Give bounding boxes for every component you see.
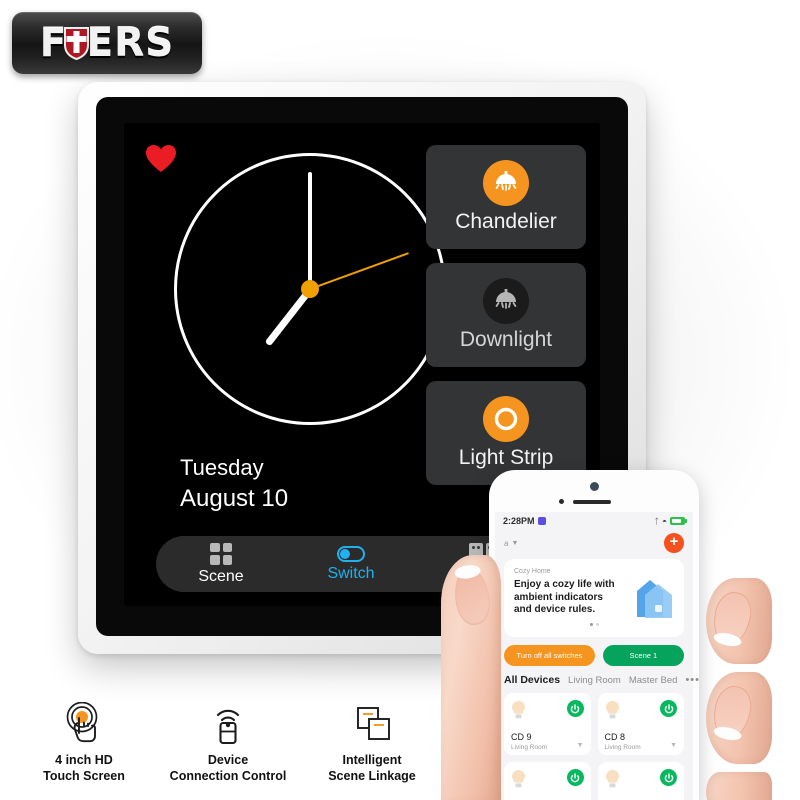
device-card-label: Light Strip (458, 446, 554, 469)
phone-status-bar: 2:28PM ᛏ ◓ (495, 512, 693, 530)
device-room: Living Room (511, 744, 548, 751)
battery-icon (670, 517, 687, 525)
feature-line2: Touch Screen (43, 769, 125, 783)
promo-eyebrow: Cozy Home (514, 568, 551, 575)
toggle-icon (337, 545, 365, 562)
wireless-panel-icon (206, 700, 250, 746)
light-strip-ring-icon (483, 396, 529, 442)
bulb-icon (605, 770, 620, 793)
device-room: Living Room (604, 744, 641, 751)
power-icon[interactable] (660, 769, 677, 786)
chevron-down-icon[interactable]: ▼ (577, 742, 584, 749)
logo-letters-ers: ERS (86, 20, 175, 66)
finger-nail (708, 588, 756, 650)
thumb (441, 555, 501, 800)
phone-screen: 2:28PM ᛏ ◓ a ▼ + Cozy Home Enjoy a cozy … (495, 512, 699, 800)
chevron-down-icon[interactable]: ▼ (670, 742, 677, 749)
scene-pill-scene-1[interactable]: Scene 1 (602, 645, 684, 666)
finger (706, 578, 772, 664)
finger-nail (708, 682, 756, 744)
smartphone-mockup: 2:28PM ᛏ ◓ a ▼ + Cozy Home Enjoy a cozy … (489, 470, 699, 800)
feature-line1: Device (207, 753, 249, 767)
device-card-chandelier[interactable]: Chandelier (426, 145, 586, 249)
device-card-label: Downlight (459, 328, 553, 351)
house-icon (623, 575, 675, 621)
device-name: CD 8 (604, 732, 626, 742)
feature-line1: 4 inch HD (55, 753, 113, 767)
feature-row: 4 inch HD Touch Screen Device Connection… (18, 700, 438, 784)
brand-logo: F ERS (12, 12, 202, 74)
feature-device-connection: Device Connection Control (162, 700, 294, 784)
feature-label: Intelligent Scene Linkage (328, 752, 416, 784)
device-card-downlight[interactable]: Downlight (426, 263, 586, 367)
scene-pill-turn-off-all[interactable]: Turn off all switches (504, 645, 595, 666)
app-topbar: a ▼ + (495, 530, 693, 556)
tab-scene[interactable]: Scene (156, 542, 286, 586)
phone-proximity-sensor (559, 499, 564, 504)
power-icon[interactable] (566, 769, 584, 786)
clock-second-hand (309, 252, 410, 290)
scene-pill-row: Turn off all switches Scene 1 (495, 637, 693, 666)
grid-icon (210, 542, 232, 565)
bluetooth-icon: ᛏ (654, 516, 660, 526)
clock-face (174, 153, 446, 425)
downlight-lamp-icon (483, 278, 529, 324)
logo-letter-f: F (39, 20, 68, 66)
bulb-icon (605, 701, 620, 724)
device-card-list: Chandelier Downlight Light Strip (426, 145, 586, 499)
clock-day-label: Tuesday (180, 455, 264, 480)
phone-device-tile[interactable]: CD 9 Living Room ▼ (504, 693, 591, 755)
room-tab-all-devices[interactable]: All Devices (504, 674, 560, 686)
chandelier-lamp-icon (483, 160, 529, 206)
feature-label: 4 inch HD Touch Screen (43, 752, 125, 784)
clock-date-label: August 10 (180, 485, 289, 512)
app-badge-icon (537, 517, 546, 525)
finger (706, 772, 772, 800)
status-time: 2:28PM (503, 516, 535, 526)
brand-logo-text: F ERS (40, 21, 174, 66)
feature-line2: Scene Linkage (328, 769, 416, 783)
feature-label: Device Connection Control (170, 752, 287, 784)
feature-line1: Intelligent (342, 753, 402, 767)
tab-label: Scene (198, 567, 244, 585)
finger (706, 672, 772, 764)
promo-headline: Enjoy a cozy life with ambient indicator… (514, 579, 615, 615)
overlapping-squares-icon (350, 700, 394, 746)
room-tabs-more-icon[interactable]: ••• (685, 674, 699, 686)
status-icons: ᛏ ◓ (654, 516, 687, 526)
clock-widget: Tuesday August 10 (154, 133, 454, 512)
tab-label: Switch (327, 564, 375, 582)
feature-line2: Connection Control (169, 769, 287, 783)
phone-device-tile[interactable] (597, 762, 684, 800)
promo-card[interactable]: Cozy Home Enjoy a cozy life with ambient… (504, 559, 684, 637)
power-icon[interactable] (660, 700, 677, 717)
phone-speaker (573, 500, 611, 504)
device-name: CD 9 (511, 732, 532, 742)
touch-hand-icon (62, 700, 106, 746)
feature-touch-screen: 4 inch HD Touch Screen (18, 700, 150, 784)
promo-carousel-dots[interactable] (514, 622, 674, 626)
phone-device-grid: CD 9 Living Room ▼ CD 8 Living Room ▼ (495, 686, 693, 800)
phone-device-tile[interactable] (504, 762, 591, 800)
bulb-icon (511, 770, 526, 793)
device-card-label: Chandelier (455, 210, 557, 233)
phone-device-tile[interactable]: CD 8 Living Room ▼ (597, 693, 684, 755)
tab-switch[interactable]: Switch (286, 545, 416, 583)
room-tab-living-room[interactable]: Living Room (568, 675, 621, 686)
phone-camera (590, 482, 599, 491)
feature-scene-linkage: Intelligent Scene Linkage (306, 700, 438, 784)
clock-center-dot (301, 280, 319, 298)
thumb-nail (451, 564, 493, 628)
add-device-button[interactable]: + (664, 533, 684, 553)
power-icon[interactable] (566, 700, 584, 717)
wifi-icon: ◓ (662, 516, 667, 526)
bulb-icon (511, 701, 526, 724)
room-tab-master-bed[interactable]: Master Bed (629, 675, 678, 686)
clock-minute-hand (308, 172, 312, 289)
room-tab-row: All Devices Living Room Master Bed ••• (495, 666, 699, 686)
home-name-label[interactable]: a (504, 539, 508, 548)
chevron-down-icon[interactable]: ▼ (511, 540, 518, 547)
